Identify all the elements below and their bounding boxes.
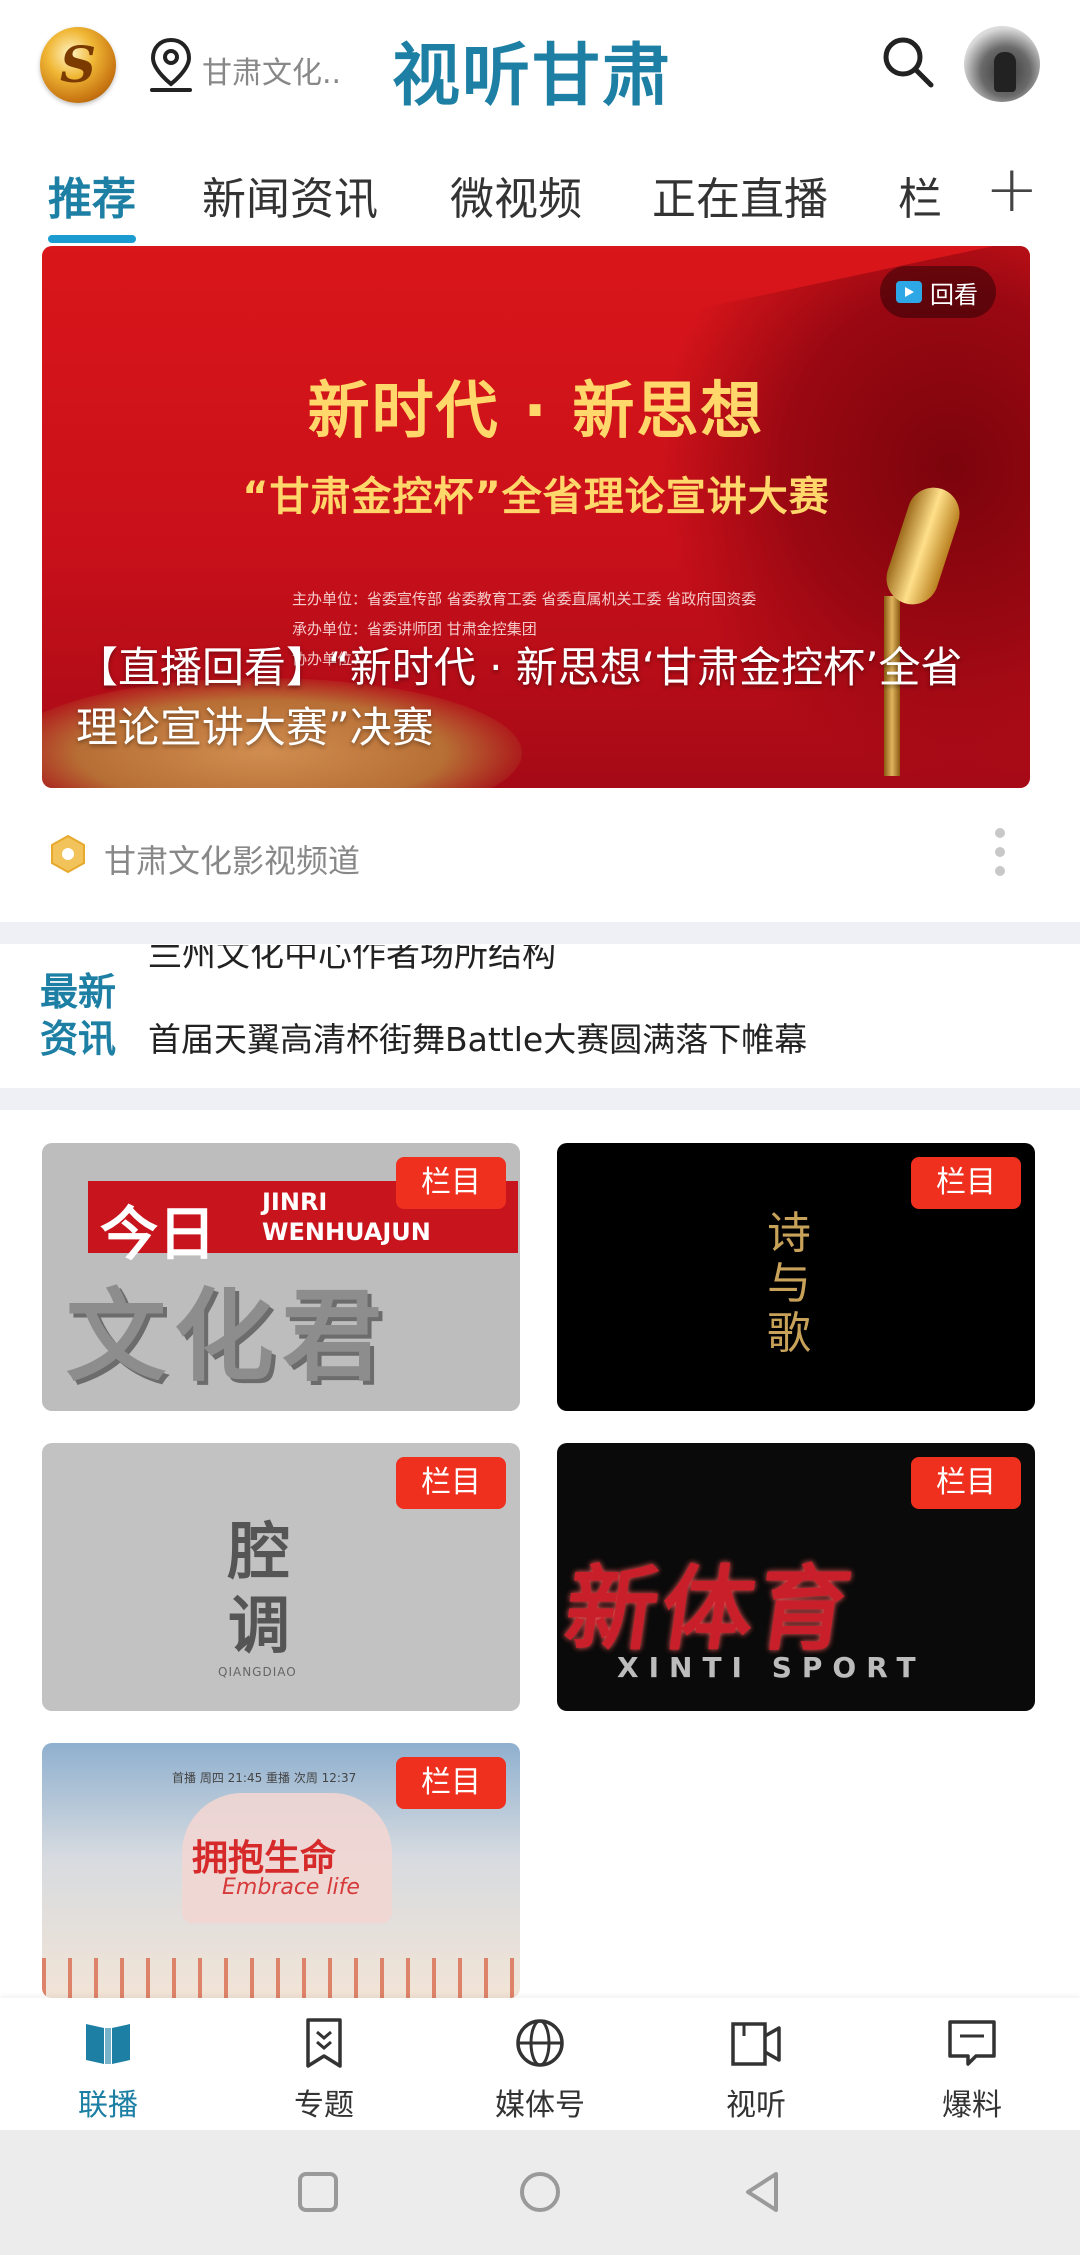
tab-micro-video[interactable]: 微视频 xyxy=(450,163,582,227)
column-card[interactable]: 首播 周四 21:45 重播 次周 12:37 拥抱生命 Embrace lif… xyxy=(42,1743,520,1998)
top-header: S 甘肃文化.. 视听甘肃 xyxy=(0,0,1080,135)
active-tab-indicator xyxy=(48,235,136,243)
globe-icon xyxy=(516,2019,564,2067)
city-skyline-graphic xyxy=(42,1958,520,1998)
column-card[interactable]: 腔调 QIANGDIAO 栏目 xyxy=(42,1443,520,1711)
recent-apps-icon[interactable] xyxy=(296,2170,340,2214)
hero-title-line1: 新时代 · 新思想 xyxy=(307,374,765,447)
hero-organizer-line: 主办单位：省委宣传部 省委教育工委 省委直属机关工委 省政府国资委 xyxy=(292,590,757,608)
hero-caption: 【直播回看】“新时代 · 新思想‘甘肃金控杯’全省理论宣讲大赛”决赛 xyxy=(76,643,963,752)
hero-banner[interactable]: 新时代 · 新思想 “甘肃金控杯”全省理论宣讲大赛 主办单位：省委宣传部 省委教… xyxy=(42,246,1030,788)
column-badge: 栏目 xyxy=(396,1457,506,1509)
section-divider xyxy=(0,922,1080,944)
nav-item-report[interactable]: 爆料 xyxy=(864,1998,1080,2130)
nav-label: 爆料 xyxy=(942,2088,1002,2123)
logo-letter: S xyxy=(59,35,97,94)
nav-label: 联播 xyxy=(78,2088,138,2123)
more-options-icon[interactable] xyxy=(992,828,1008,884)
book-icon xyxy=(86,2024,130,2064)
location-text[interactable]: 甘肃文化.. xyxy=(202,48,341,92)
nav-label: 专题 xyxy=(294,2088,354,2123)
card-logo-text: 诗与歌 xyxy=(767,1208,811,1359)
channel-name[interactable]: 甘肃文化影视频道 xyxy=(104,836,360,882)
card-logo-text: 拥抱生命 xyxy=(192,1838,337,1879)
hero-title-line2: “甘肃金控杯”全省理论宣讲大赛 xyxy=(242,474,830,520)
replay-badge-label: 回看 xyxy=(930,280,978,309)
card-logo-en: QIANGDIAO xyxy=(218,1665,297,1679)
section-divider xyxy=(0,1088,1080,1110)
home-icon[interactable] xyxy=(518,2170,562,2214)
app-screen: S 甘肃文化.. 视听甘肃 推荐 新闻资讯 微视频 正在直播 栏 + 新时代 ·… xyxy=(0,0,1080,2255)
tab-column-partial[interactable]: 栏 xyxy=(898,163,942,227)
system-navigation-bar xyxy=(0,2130,1080,2255)
bottom-navigation: 联播 专题 媒体号 视听 爆料 xyxy=(0,1998,1080,2130)
tab-live[interactable]: 正在直播 xyxy=(652,163,828,227)
card-logo-cn-big: 文化君 xyxy=(66,1278,390,1395)
nav-label: 视听 xyxy=(726,2088,786,2123)
column-card[interactable]: 今日 JINRI WENHUAJUN 文化君 栏目 xyxy=(42,1143,520,1411)
back-icon[interactable] xyxy=(740,2170,784,2214)
ticker-current-item[interactable]: 首届天翼高清杯街舞Battle大赛圆满落下帷幕 xyxy=(148,1013,807,1061)
video-camera-icon xyxy=(731,2022,781,2066)
nav-item-topics[interactable]: 专题 xyxy=(216,1998,432,2130)
channel-hexagon-icon[interactable] xyxy=(48,834,88,874)
column-badge: 栏目 xyxy=(396,1157,506,1209)
channel-row: 甘肃文化影视频道 xyxy=(0,810,1080,900)
nav-item-lianbo[interactable]: 联播 xyxy=(0,1998,216,2130)
column-card[interactable]: 新体育 XINTI SPORT 栏目 xyxy=(557,1443,1035,1711)
search-icon[interactable] xyxy=(880,34,936,90)
replay-badge: 回看 xyxy=(880,266,996,318)
location-pin-icon[interactable] xyxy=(148,36,194,94)
news-ticker[interactable]: 最新 资讯 兰州文化中心作者场所结构 首届天翼高清杯街舞Battle大赛圆满落下… xyxy=(0,945,1080,1065)
ticker-previous-item[interactable]: 兰州文化中心作者场所结构 xyxy=(148,945,556,976)
ticker-label: 最新 资讯 xyxy=(40,969,120,1063)
ticker-label-line1: 最新 xyxy=(40,970,117,1014)
column-card[interactable]: 诗与歌 栏目 xyxy=(557,1143,1035,1411)
column-badge: 栏目 xyxy=(911,1157,1021,1209)
app-title: 视听甘肃 xyxy=(392,37,673,116)
card-logo-text: 新体育 xyxy=(558,1556,862,1663)
card-logo-en: Embrace life xyxy=(222,1875,360,1900)
tv-play-icon xyxy=(896,281,922,303)
bookmark-icon xyxy=(306,2018,342,2068)
tab-news[interactable]: 新闻资讯 xyxy=(202,163,378,227)
card-schedule-text: 首播 周四 21:45 重播 次周 12:37 xyxy=(172,1771,357,1785)
hero-host-line: 承办单位：省委讲师团 甘肃金控集团 xyxy=(292,620,537,638)
nav-item-video[interactable]: 视听 xyxy=(648,1998,864,2130)
card-logo-text: 腔调 xyxy=(228,1515,291,1662)
column-badge: 栏目 xyxy=(396,1757,506,1809)
add-tab-icon[interactable]: + xyxy=(985,153,1039,227)
category-tabs: 推荐 新闻资讯 微视频 正在直播 栏 + xyxy=(0,145,1080,245)
nav-label: 媒体号 xyxy=(495,2088,585,2123)
nav-item-media[interactable]: 媒体号 xyxy=(432,1998,648,2130)
tab-recommend[interactable]: 推荐 xyxy=(48,163,136,227)
card-logo-en-line2: WENHUAJUN xyxy=(262,1218,431,1246)
avatar-figure xyxy=(994,52,1016,92)
user-avatar[interactable] xyxy=(964,26,1040,102)
app-logo[interactable]: S xyxy=(40,27,116,103)
message-icon xyxy=(948,2020,996,2066)
column-badge: 栏目 xyxy=(911,1457,1021,1509)
card-logo-en: XINTI SPORT xyxy=(617,1651,926,1684)
ticker-label-line2: 资讯 xyxy=(40,1017,117,1061)
